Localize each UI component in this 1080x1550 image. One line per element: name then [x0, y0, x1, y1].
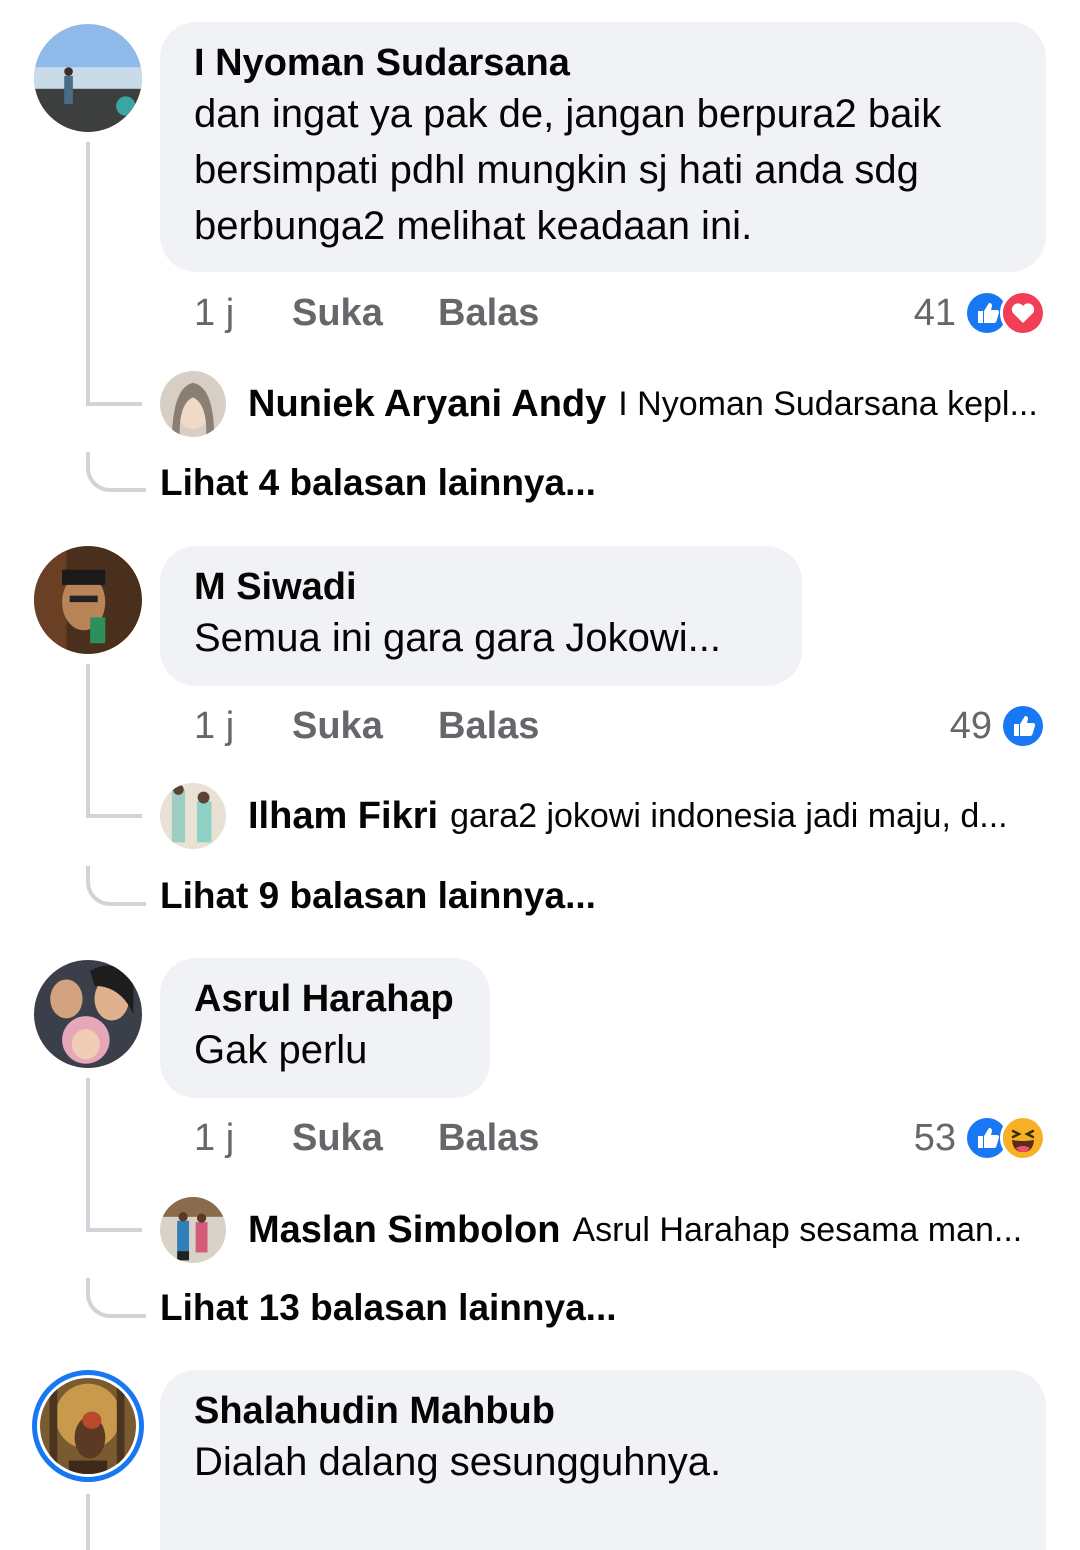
thread-line: [86, 664, 90, 814]
reaction-summary[interactable]: 41: [914, 288, 1046, 338]
avatar-beach-photo: [34, 24, 142, 132]
reply-preview[interactable]: Maslan Simbolon Asrul Harahap sesama man…: [160, 1196, 1050, 1264]
comment-timestamp[interactable]: 1 j: [194, 705, 292, 748]
comment-author[interactable]: Shalahudin Mahbub: [194, 1388, 1012, 1434]
comment-text-line: berbunga2 melihat keadaan ini.: [194, 204, 753, 248]
comment-text-line: Semua ini gara gara Jokowi...: [194, 616, 721, 660]
view-more-replies[interactable]: Lihat 4 balasan lainnya...: [160, 458, 596, 508]
reply-snippet: I Nyoman Sudarsana kepl...: [618, 384, 1038, 423]
avatar-story-ring[interactable]: [32, 1370, 144, 1482]
comment-bubble: Asrul Harahap Gak perlu: [160, 958, 490, 1098]
comment-actions: 1 j Suka Balas: [194, 288, 539, 338]
avatar[interactable]: [34, 546, 142, 654]
reply-avatar[interactable]: [160, 1197, 226, 1263]
thread-corner: [86, 866, 146, 906]
comment-actions: 1 j Suka Balas: [194, 701, 539, 751]
reply-button[interactable]: Balas: [438, 705, 539, 748]
reaction-count: 49: [949, 704, 992, 747]
reply-snippet: Asrul Harahap sesama man...: [572, 1210, 1023, 1249]
like-icon: [1000, 703, 1046, 749]
comment-text-line: Gak perlu: [194, 1028, 368, 1072]
reply-button[interactable]: Balas: [438, 1117, 539, 1160]
thread-corner: [86, 452, 146, 492]
comment-bubble: I Nyoman Sudarsana dan ingat ya pak de, …: [160, 22, 1046, 272]
like-button[interactable]: Suka: [292, 292, 438, 335]
comment-text-line: Dialah dalang sesungguhnya.: [194, 1440, 722, 1484]
like-button[interactable]: Suka: [292, 705, 438, 748]
reply-snippet: gara2 jokowi indonesia jadi maju, d...: [450, 796, 1008, 835]
comment-timestamp[interactable]: 1 j: [194, 1117, 292, 1160]
reply-preview[interactable]: Ilham Fikri gara2 jokowi indonesia jadi …: [160, 782, 1050, 850]
reply-avatar[interactable]: [160, 371, 226, 437]
comment-text-line: bersimpati pdhl mungkin sj hati anda sdg: [194, 148, 919, 192]
reaction-count: 53: [913, 1116, 956, 1159]
thread-line: [86, 1494, 90, 1550]
comment-bubble: Shalahudin Mahbub Dialah dalang sesunggu…: [160, 1370, 1046, 1550]
reaction-summary[interactable]: 53: [914, 1113, 1046, 1163]
comment-actions: 1 j Suka Balas: [194, 1113, 539, 1163]
reply-preview[interactable]: Nuniek Aryani Andy I Nyoman Sudarsana ke…: [160, 370, 1050, 438]
comment-bubble: M Siwadi Semua ini gara gara Jokowi...: [160, 546, 802, 686]
thread-corner: [86, 1278, 146, 1318]
view-more-replies[interactable]: Lihat 13 balasan lainnya...: [160, 1283, 617, 1333]
reaction-count: 41: [913, 291, 956, 334]
view-more-replies[interactable]: Lihat 9 balasan lainnya...: [160, 871, 596, 921]
reply-author[interactable]: Ilham Fikri: [248, 795, 438, 838]
reply-avatar[interactable]: [160, 783, 226, 849]
comment-text-line: dan ingat ya pak de, jangan berpura2 bai…: [194, 92, 942, 136]
reply-button[interactable]: Balas: [438, 292, 539, 335]
avatar[interactable]: [34, 24, 142, 132]
reply-author[interactable]: Nuniek Aryani Andy: [248, 383, 606, 426]
thread-branch: [86, 1228, 142, 1232]
love-icon: [1000, 290, 1046, 336]
comment-author[interactable]: M Siwadi: [194, 564, 768, 610]
comment-author[interactable]: Asrul Harahap: [194, 976, 456, 1022]
reply-author[interactable]: Maslan Simbolon: [248, 1209, 560, 1252]
reaction-summary[interactable]: 49: [950, 701, 1046, 751]
like-button[interactable]: Suka: [292, 1117, 438, 1160]
thread-branch: [86, 402, 142, 406]
thread-branch: [86, 814, 142, 818]
thread-line: [86, 142, 90, 402]
avatar[interactable]: [34, 960, 142, 1068]
haha-icon: [1000, 1115, 1046, 1161]
comment-author[interactable]: I Nyoman Sudarsana: [194, 40, 1012, 86]
comment-timestamp[interactable]: 1 j: [194, 292, 292, 335]
thread-line: [86, 1078, 90, 1228]
